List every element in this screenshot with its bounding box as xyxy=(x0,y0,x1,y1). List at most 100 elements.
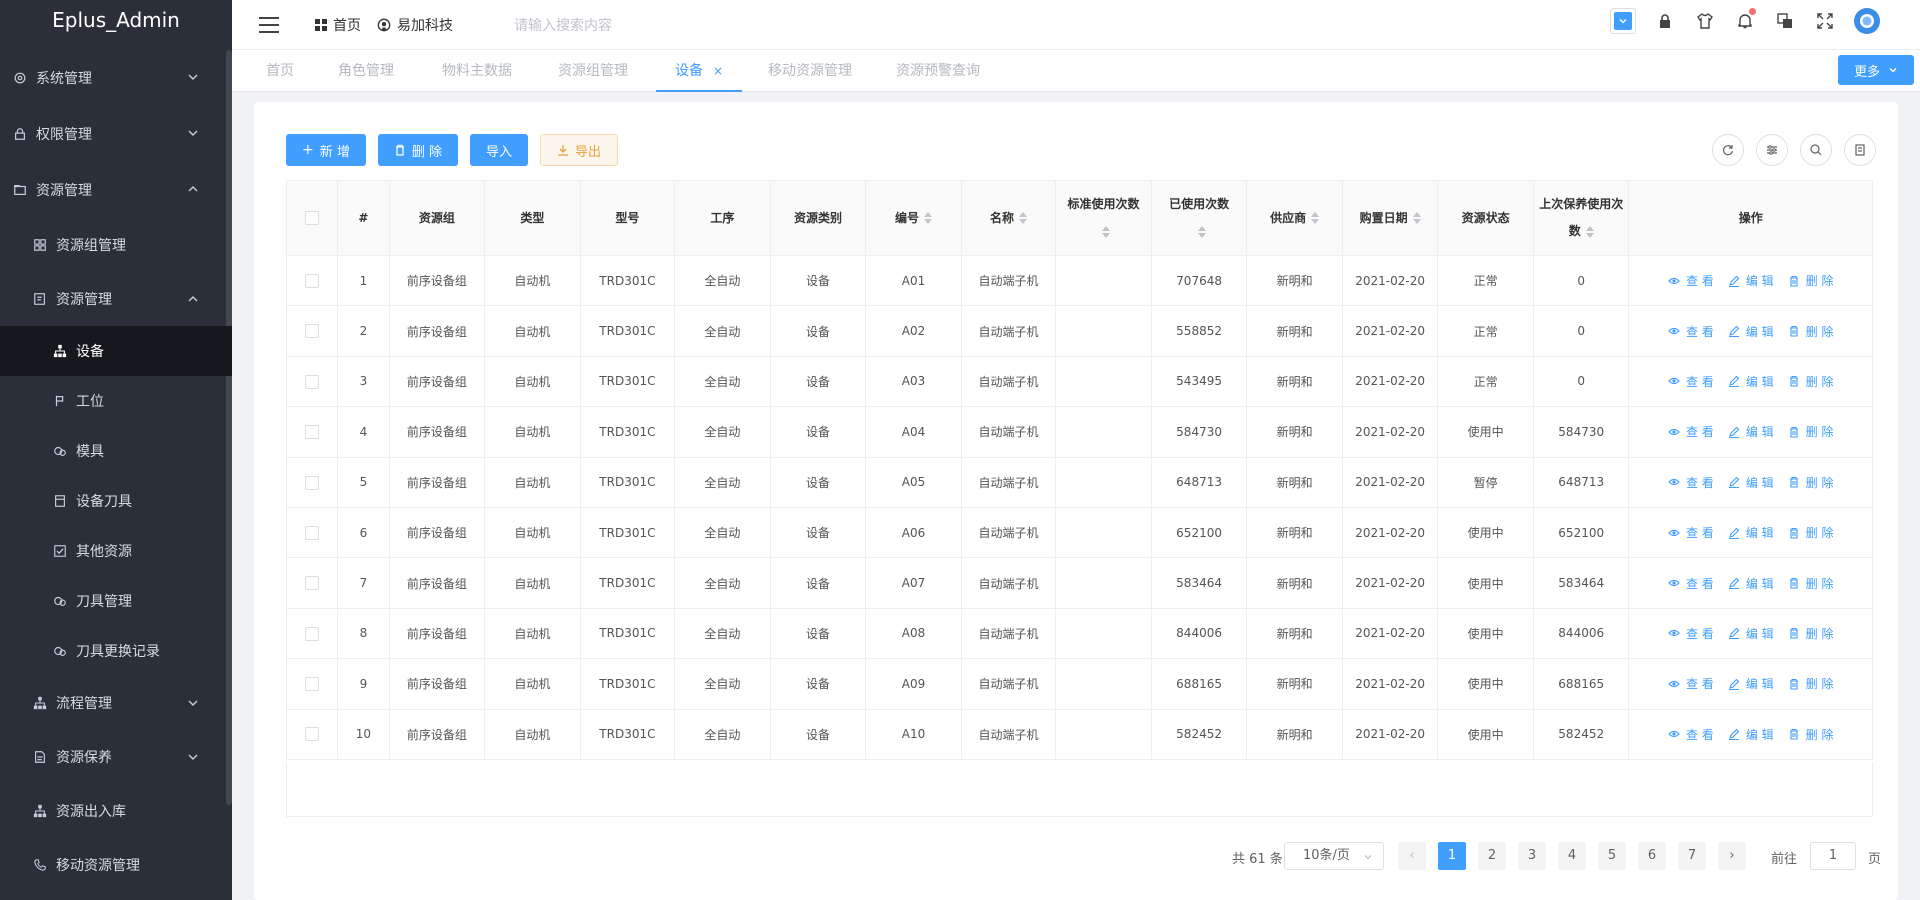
edit-button[interactable]: 编 辑 xyxy=(1728,474,1774,491)
page-button[interactable]: 7 xyxy=(1678,842,1706,870)
delete-row-button[interactable]: 删 除 xyxy=(1788,373,1833,390)
edit-button[interactable]: 编 辑 xyxy=(1728,575,1774,592)
column-header-sortable[interactable]: 名称 xyxy=(961,180,1057,256)
view-button[interactable]: 查 看 xyxy=(1668,524,1714,541)
delete-row-button[interactable]: 删 除 xyxy=(1788,524,1833,541)
sidebar-item-equipment[interactable]: 设备 xyxy=(0,326,232,376)
tab-mobile-resource[interactable]: 移动资源管理 xyxy=(768,50,852,92)
header-search-input[interactable]: 请输入搜索内容 xyxy=(514,15,612,35)
row-checkbox[interactable] xyxy=(305,576,320,591)
export-button[interactable]: 导出 xyxy=(540,134,619,166)
avatar[interactable] xyxy=(1854,8,1880,34)
search-icon[interactable] xyxy=(1800,134,1832,166)
delete-row-button[interactable]: 删 除 xyxy=(1788,726,1833,743)
sidebar-item-resource-manage[interactable]: 资源管理 xyxy=(0,272,232,326)
view-button[interactable]: 查 看 xyxy=(1668,625,1714,642)
page-button[interactable]: 2 xyxy=(1478,842,1506,870)
translate-icon[interactable] xyxy=(1774,10,1796,32)
tab-resource-group[interactable]: 资源组管理 xyxy=(558,50,628,92)
sidebar-item-cutter[interactable]: 刀具管理 xyxy=(0,576,232,626)
import-button[interactable]: 导入 xyxy=(470,134,529,166)
sidebar-item-resource[interactable]: 资源管理 xyxy=(0,162,232,218)
sort-icon[interactable] xyxy=(1412,212,1421,224)
row-checkbox[interactable] xyxy=(305,727,320,742)
view-button[interactable]: 查 看 xyxy=(1668,675,1714,692)
column-header-sortable[interactable]: 标准使用次数 xyxy=(1055,180,1152,256)
tab-material[interactable]: 物料主数据 xyxy=(442,50,512,92)
sidebar-item-maintenance[interactable]: 资源保养 xyxy=(0,730,232,784)
sort-icon[interactable] xyxy=(1019,212,1028,224)
theme-shirt-icon[interactable] xyxy=(1694,10,1716,32)
sidebar-item-system[interactable]: 系统管理 xyxy=(0,50,232,106)
view-button[interactable]: 查 看 xyxy=(1668,575,1714,592)
delete-row-button[interactable]: 删 除 xyxy=(1788,474,1833,491)
view-button[interactable]: 查 看 xyxy=(1668,726,1714,743)
sidebar-item-mold[interactable]: 模具 xyxy=(0,426,232,476)
lock-screen-icon[interactable] xyxy=(1654,10,1676,32)
tab-home[interactable]: 首页 xyxy=(266,50,294,92)
sort-icon[interactable] xyxy=(1102,225,1111,238)
sidebar-item-cutter-change[interactable]: 刀具更换记录 xyxy=(0,626,232,676)
sidebar-item-mobile-resource[interactable]: 移动资源管理 xyxy=(0,838,232,892)
edit-button[interactable]: 编 辑 xyxy=(1728,323,1774,340)
view-button[interactable]: 查 看 xyxy=(1668,423,1714,440)
edit-button[interactable]: 编 辑 xyxy=(1728,524,1774,541)
sort-icon[interactable] xyxy=(1197,225,1206,238)
page-button[interactable]: 3 xyxy=(1518,842,1546,870)
delete-row-button[interactable]: 删 除 xyxy=(1788,272,1833,289)
prev-page-button[interactable]: ‹ xyxy=(1398,842,1426,870)
more-button[interactable]: 更多 xyxy=(1838,55,1914,85)
page-button[interactable]: 4 xyxy=(1558,842,1586,870)
edit-button[interactable]: 编 辑 xyxy=(1728,675,1774,692)
delete-row-button[interactable]: 删 除 xyxy=(1788,675,1833,692)
page-button[interactable]: 6 xyxy=(1638,842,1666,870)
row-checkbox[interactable] xyxy=(305,626,320,641)
page-size-select[interactable]: 10条/页 xyxy=(1284,842,1384,870)
delete-row-button[interactable]: 删 除 xyxy=(1788,323,1833,340)
column-header-sortable[interactable]: 编号 xyxy=(865,180,962,256)
sidebar-item-other-resource[interactable]: 其他资源 xyxy=(0,526,232,576)
sidebar-item-resource-group[interactable]: 资源组管理 xyxy=(0,218,232,272)
sidebar-item-workstation[interactable]: 工位 xyxy=(0,376,232,426)
tab-equipment[interactable]: 设备 × xyxy=(656,50,742,92)
fullscreen-icon[interactable] xyxy=(1814,10,1836,32)
edit-button[interactable]: 编 辑 xyxy=(1728,373,1774,390)
view-button[interactable]: 查 看 xyxy=(1668,323,1714,340)
row-checkbox[interactable] xyxy=(305,324,320,339)
row-checkbox[interactable] xyxy=(305,425,320,440)
column-header-sortable[interactable]: 购置日期 xyxy=(1342,180,1439,256)
column-header-sortable[interactable]: 已使用次数 xyxy=(1151,180,1248,256)
page-button[interactable]: 5 xyxy=(1598,842,1626,870)
edit-button[interactable]: 编 辑 xyxy=(1728,423,1774,440)
edit-button[interactable]: 编 辑 xyxy=(1728,272,1774,289)
delete-button[interactable]: 删 除 xyxy=(377,134,459,166)
tab-role[interactable]: 角色管理 xyxy=(338,50,394,92)
tab-resource-warning[interactable]: 资源预警查询 xyxy=(896,50,980,92)
filter-settings-icon[interactable] xyxy=(1756,134,1788,166)
row-checkbox[interactable] xyxy=(305,475,320,490)
layout-select[interactable] xyxy=(1610,8,1636,34)
view-button[interactable]: 查 看 xyxy=(1668,474,1714,491)
page-button[interactable]: 1 xyxy=(1438,842,1466,870)
sort-icon[interactable] xyxy=(1585,225,1594,238)
sidebar-item-permission[interactable]: 权限管理 xyxy=(0,106,232,162)
select-all-checkbox[interactable] xyxy=(305,211,320,225)
delete-row-button[interactable]: 删 除 xyxy=(1788,575,1833,592)
delete-row-button[interactable]: 删 除 xyxy=(1788,625,1833,642)
column-header-sortable[interactable]: 上次保养使用次数 xyxy=(1533,180,1630,256)
view-button[interactable]: 查 看 xyxy=(1668,272,1714,289)
sidebar-item-process[interactable]: 流程管理 xyxy=(0,676,232,730)
print-icon[interactable] xyxy=(1844,134,1876,166)
sidebar-item-inout[interactable]: 资源出入库 xyxy=(0,784,232,838)
bell-icon[interactable] xyxy=(1734,8,1756,32)
view-button[interactable]: 查 看 xyxy=(1668,373,1714,390)
edit-button[interactable]: 编 辑 xyxy=(1728,726,1774,743)
sort-icon[interactable] xyxy=(1311,212,1320,224)
sort-icon[interactable] xyxy=(923,212,932,224)
header-link-company[interactable]: 易加科技 xyxy=(377,15,453,35)
header-link-home[interactable]: 首页 xyxy=(315,15,361,35)
row-checkbox[interactable] xyxy=(305,525,320,540)
add-button[interactable]: + 新 增 xyxy=(286,134,366,166)
sidebar-item-tooling[interactable]: 设备刀具 xyxy=(0,476,232,526)
goto-page-input[interactable]: 1 xyxy=(1810,842,1856,870)
